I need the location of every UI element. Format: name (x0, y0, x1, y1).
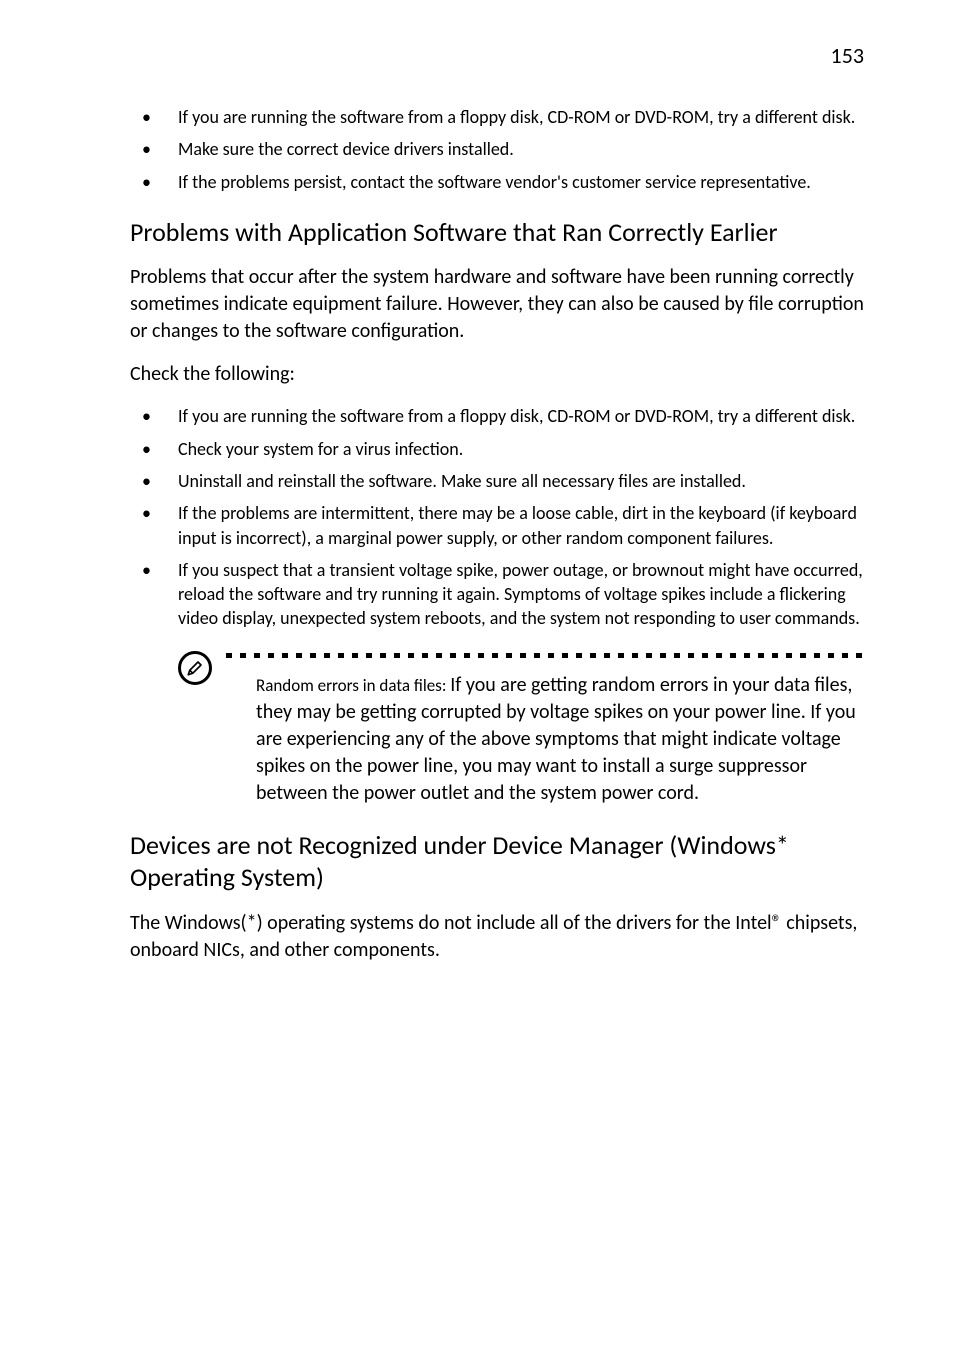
list-item: Make sure the correct device drivers ins… (130, 137, 864, 161)
list-item: If you suspect that a transient voltage … (130, 558, 864, 631)
section-heading-devices-not-recognized: Devices are not Recognized under Device … (130, 829, 864, 894)
list-item: If the problems persist, contact the sof… (130, 170, 864, 194)
list-item: Uninstall and reinstall the software. Ma… (130, 469, 864, 493)
dashed-rule (226, 653, 864, 658)
list-item: Check your system for a virus infection. (130, 437, 864, 461)
check-bullet-list: If you are running the software from a f… (130, 404, 864, 630)
list-item: If you are running the software from a f… (130, 404, 864, 428)
body-paragraph: The Windows(*) operating systems do not … (130, 910, 864, 964)
list-item: If the problems are intermittent, there … (130, 501, 864, 550)
body-paragraph: Check the following: (130, 361, 864, 388)
note-block: Random errors in data files: If you are … (178, 651, 864, 807)
body-paragraph: Problems that occur after the system har… (130, 264, 864, 345)
list-item: If you are running the software from a f… (130, 105, 864, 129)
note-text: Random errors in data files: If you are … (226, 672, 864, 807)
section-heading-problems-application: Problems with Application Software that … (130, 216, 864, 249)
page-number: 153 (831, 42, 864, 69)
pencil-icon (178, 651, 212, 685)
top-bullet-list: If you are running the software from a f… (130, 105, 864, 194)
note-lead: Random errors in data files: (256, 675, 450, 696)
